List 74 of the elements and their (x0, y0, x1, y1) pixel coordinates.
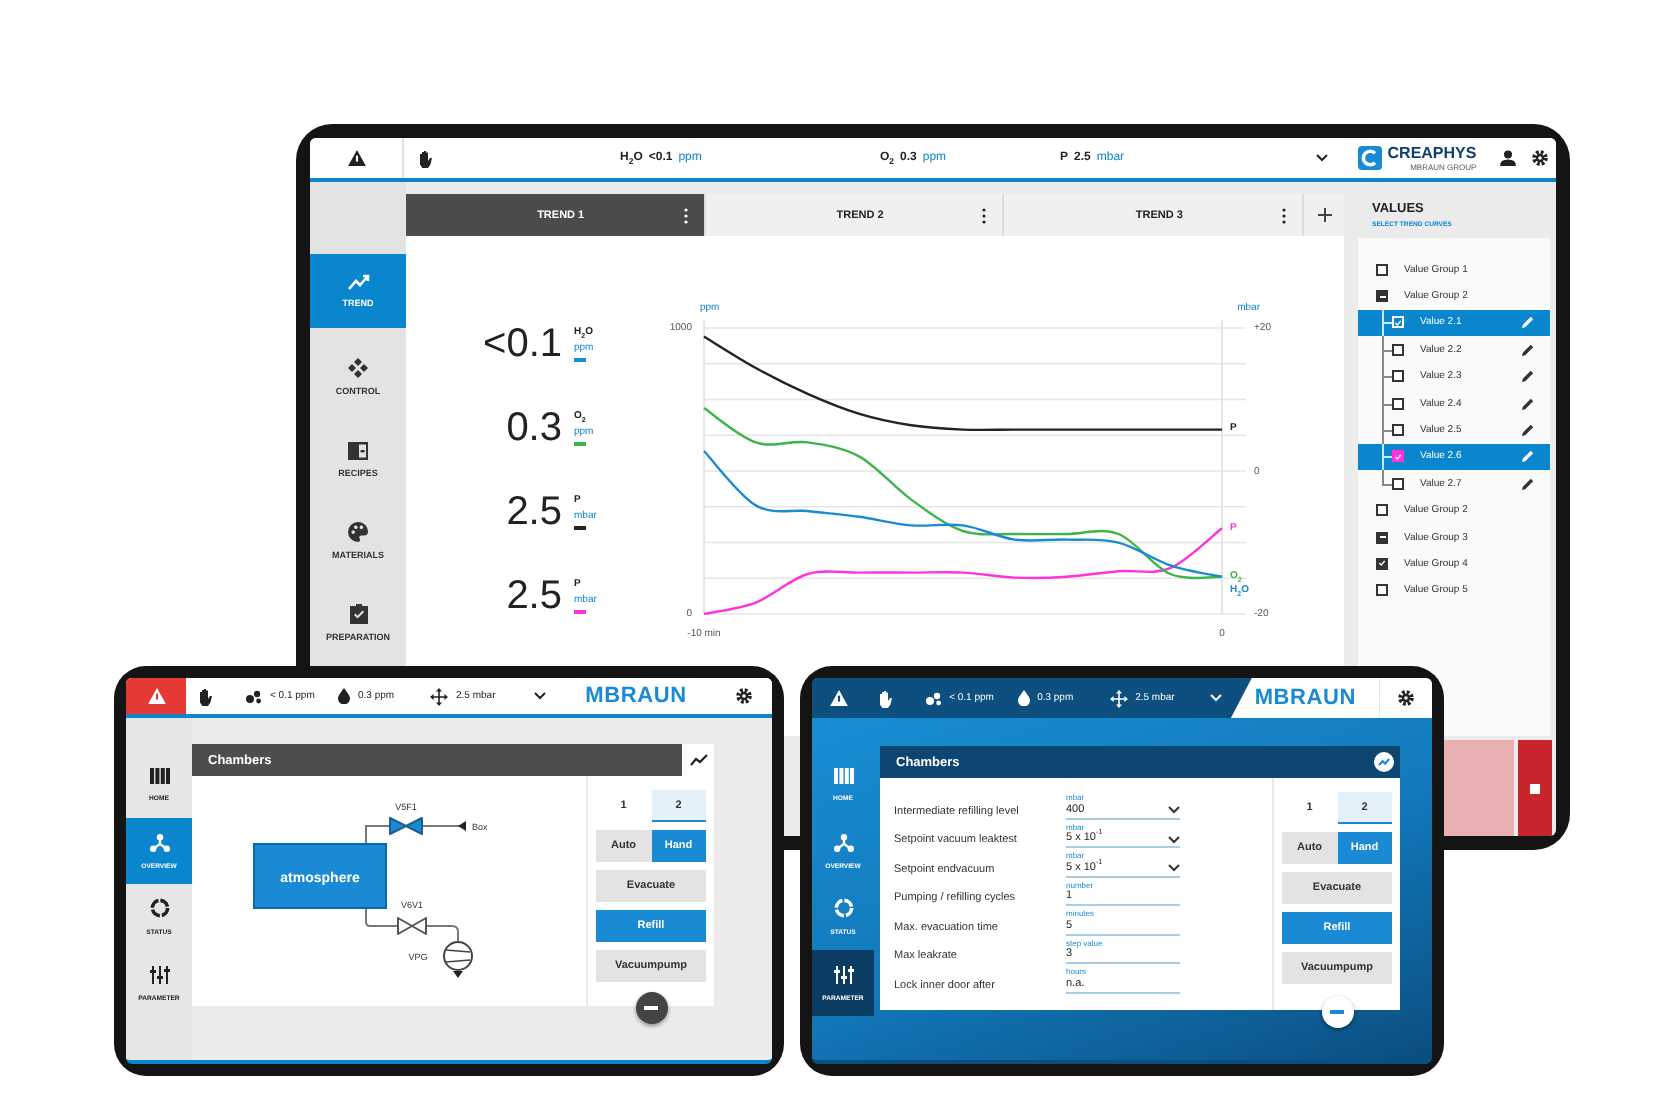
user-icon[interactable] (1500, 150, 1516, 166)
inlet-arrow (458, 821, 466, 831)
more-icon[interactable] (683, 207, 688, 223)
checkbox[interactable] (1376, 504, 1388, 517)
pencil-icon[interactable] (1522, 343, 1534, 356)
pencil-icon[interactable] (1522, 397, 1534, 410)
drop-icon (338, 688, 350, 704)
sliders-icon (833, 965, 853, 983)
caret-icon[interactable] (1168, 864, 1180, 872)
minus-button[interactable] (1321, 996, 1353, 1028)
warning-icon (347, 150, 365, 166)
glove-icon[interactable] (418, 149, 434, 167)
checkbox[interactable] (1392, 450, 1404, 463)
molecule-icon (246, 689, 262, 703)
pump-icon (443, 941, 473, 978)
checkbox[interactable] (1392, 397, 1404, 410)
network-icon (149, 833, 169, 851)
caret-icon[interactable] (1316, 154, 1328, 162)
caret-icon[interactable] (1168, 806, 1180, 814)
settings-icon[interactable] (1532, 150, 1548, 166)
checkbox[interactable] (1392, 477, 1404, 490)
readout-value: 2.5 (504, 489, 562, 535)
pipe (365, 825, 465, 845)
trend-icon (347, 274, 369, 290)
readout-value: <0.1 (481, 321, 562, 367)
arrows-icon (1109, 689, 1128, 707)
plus-icon (1317, 208, 1332, 222)
checkbox[interactable] (1376, 263, 1388, 276)
glove-icon[interactable] (878, 689, 895, 707)
network-icon (833, 833, 853, 851)
columns-icon (833, 768, 853, 784)
brand-name: CREAPHYS (1387, 144, 1477, 162)
book-icon (348, 441, 368, 459)
more-icon[interactable] (1282, 207, 1287, 223)
readout-value: 0.3 (504, 405, 562, 451)
more-icon[interactable] (982, 207, 987, 223)
caret-icon[interactable] (534, 692, 546, 700)
checkbox[interactable] (1376, 584, 1388, 597)
alarm-indicator[interactable] (126, 678, 186, 714)
readout-value: 2.5 (504, 573, 562, 619)
pipe (365, 907, 459, 943)
chart-icon[interactable] (689, 754, 707, 766)
checkbox[interactable] (1392, 343, 1404, 356)
warning-icon (830, 690, 849, 706)
checkbox[interactable] (1376, 290, 1388, 303)
logo-icon (1357, 146, 1382, 170)
checkbox[interactable] (1392, 370, 1404, 383)
warning-icon (147, 688, 165, 704)
minus-button[interactable] (635, 992, 667, 1024)
pencil-icon[interactable] (1522, 477, 1534, 490)
tank (253, 843, 387, 909)
arrows-icon (430, 687, 448, 705)
palette-icon (348, 522, 368, 542)
clipboard-icon (349, 604, 367, 624)
brand-logo: MBRAUN (585, 684, 687, 708)
sync-icon (149, 898, 169, 918)
glove-icon[interactable] (198, 687, 214, 705)
caret-icon[interactable] (1168, 835, 1180, 843)
pencil-icon[interactable] (1522, 370, 1534, 383)
sliders-icon (149, 965, 169, 983)
stop-button[interactable] (1518, 740, 1552, 836)
settings-icon[interactable] (1397, 690, 1414, 706)
drop-icon (1017, 690, 1030, 706)
checkbox[interactable] (1376, 557, 1388, 570)
sync-icon (833, 898, 853, 918)
molecule-icon (925, 691, 942, 705)
settings-icon[interactable] (736, 688, 752, 704)
dpad-icon (348, 358, 368, 378)
brand-logo: MBRAUN (1254, 686, 1357, 710)
chart-icon[interactable] (1374, 752, 1394, 772)
checkbox[interactable] (1392, 424, 1404, 437)
add-tab-button[interactable] (1304, 194, 1345, 236)
columns-icon (149, 768, 169, 784)
checkbox[interactable] (1376, 531, 1388, 544)
